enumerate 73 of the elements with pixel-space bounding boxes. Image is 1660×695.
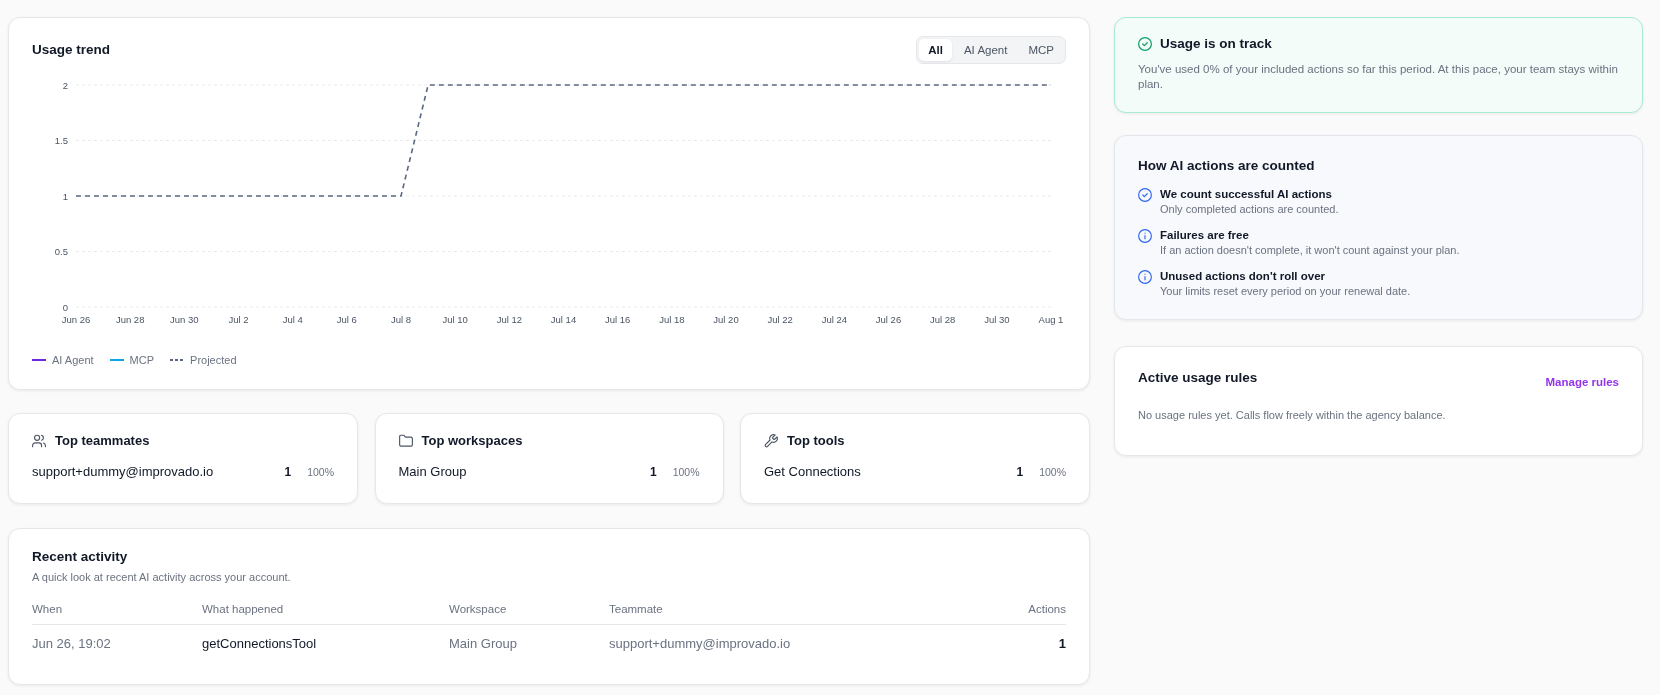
filter-tab[interactable]: AI Agent: [954, 38, 1017, 61]
card-title: Top workspaces: [421, 432, 523, 450]
y-axis-label: 1.5: [54, 135, 68, 146]
x-axis-label: Jul 18: [659, 313, 685, 325]
manage-rules-link[interactable]: Manage rules: [1545, 373, 1619, 391]
x-axis-label: Jul 14: [550, 313, 577, 325]
x-axis-label: Jul 30: [984, 313, 1010, 325]
table-cell-text: 1: [1057, 635, 1066, 653]
check-circle-icon: [1138, 187, 1152, 202]
x-axis-label: Jul 20: [713, 313, 739, 325]
x-axis-label: Jun 28: [115, 313, 145, 325]
table-cell-text: Main Group: [449, 635, 518, 653]
table-cell-text: getConnectionsTool: [202, 635, 318, 653]
column-header: Workspace: [449, 600, 609, 625]
item-share: 100%: [1039, 465, 1066, 480]
item-name: Get Connections: [764, 463, 862, 481]
x-axis-label: Jul 22: [767, 313, 793, 325]
x-axis-label: Jul 4: [282, 313, 303, 325]
item-count: 1: [284, 464, 292, 481]
rule-title: We count successful AI actions: [1160, 187, 1333, 202]
x-axis-label: Aug 1: [1038, 313, 1064, 325]
card-title: Usage trend: [32, 40, 111, 59]
y-axis-label: 0: [62, 301, 68, 313]
table-cell-text: Jun 26, 19:02: [32, 635, 112, 653]
item-name: Main Group: [398, 463, 468, 481]
info-icon: [1138, 269, 1152, 284]
card-title: How AI actions are counted: [1138, 157, 1316, 175]
item-count: 1: [649, 464, 657, 481]
x-axis-label: Jul 6: [336, 313, 357, 325]
filter-tab[interactable]: All: [919, 38, 952, 61]
column-header: Teammate: [609, 600, 1029, 625]
x-axis-label: Jul 16: [605, 313, 631, 325]
x-axis-label: Jun 26: [61, 313, 91, 325]
card-subtitle: A quick look at recent AI activity across your account.: [32, 570, 292, 584]
rule-description: Your limits reset every period on your renewal date.: [1160, 284, 1411, 299]
card-title: Usage is on track: [1160, 35, 1272, 53]
filter-tab[interactable]: MCP: [1019, 38, 1063, 61]
item-name: support+dummy@improvado.io: [32, 463, 215, 481]
rule-description: Only completed actions are counted.: [1160, 202, 1339, 217]
card-title: Active usage rules: [1138, 369, 1258, 387]
column-header: What happened: [202, 600, 449, 625]
item-share: 100%: [672, 465, 700, 480]
legend-label: Projected: [190, 353, 237, 367]
x-axis-label: Jul 2: [228, 313, 249, 325]
x-axis-label: Jul 28: [930, 313, 956, 325]
info-icon: [1138, 228, 1152, 243]
card-title: Top tools: [787, 432, 845, 450]
column-header: Actions: [1028, 600, 1066, 625]
empty-state-text: No usage rules yet. Calls flow freely within the agency balance.: [1138, 408, 1447, 423]
item-share: 100%: [307, 465, 334, 480]
y-axis-label: 0.5: [54, 246, 68, 257]
x-axis-label: Jul 12: [496, 313, 522, 325]
x-axis-label: Jul 24: [821, 313, 847, 325]
column-header: When: [32, 600, 202, 625]
legend-label: MCP: [129, 353, 155, 367]
card-title: Top teammates: [55, 432, 150, 450]
folder-icon: [398, 434, 413, 448]
table-cell-text: support+dummy@improvado.io: [609, 635, 792, 653]
status-text: You've used 0% of your included actions so far this period. At this pace, your team stays within plan.: [1138, 62, 1619, 92]
item-count: 1: [1016, 464, 1024, 481]
card-title: Recent activity: [32, 548, 129, 566]
x-axis-label: Jul 8: [390, 313, 412, 325]
legend-label: AI Agent: [52, 353, 94, 367]
y-axis-label: 2: [62, 79, 68, 91]
x-axis-label: Jun 30: [170, 313, 199, 325]
rule-description: If an action doesn't complete, it won't count against your plan.: [1160, 243, 1460, 258]
x-axis-label: Jul 10: [442, 313, 468, 325]
rule-title: Unused actions don't roll over: [1160, 269, 1327, 284]
x-axis-label: Jul 26: [875, 313, 902, 325]
users-icon: [32, 434, 46, 448]
y-axis-label: 1: [62, 190, 68, 202]
wrench-icon: [764, 434, 778, 448]
rule-title: Failures are free: [1160, 228, 1250, 243]
